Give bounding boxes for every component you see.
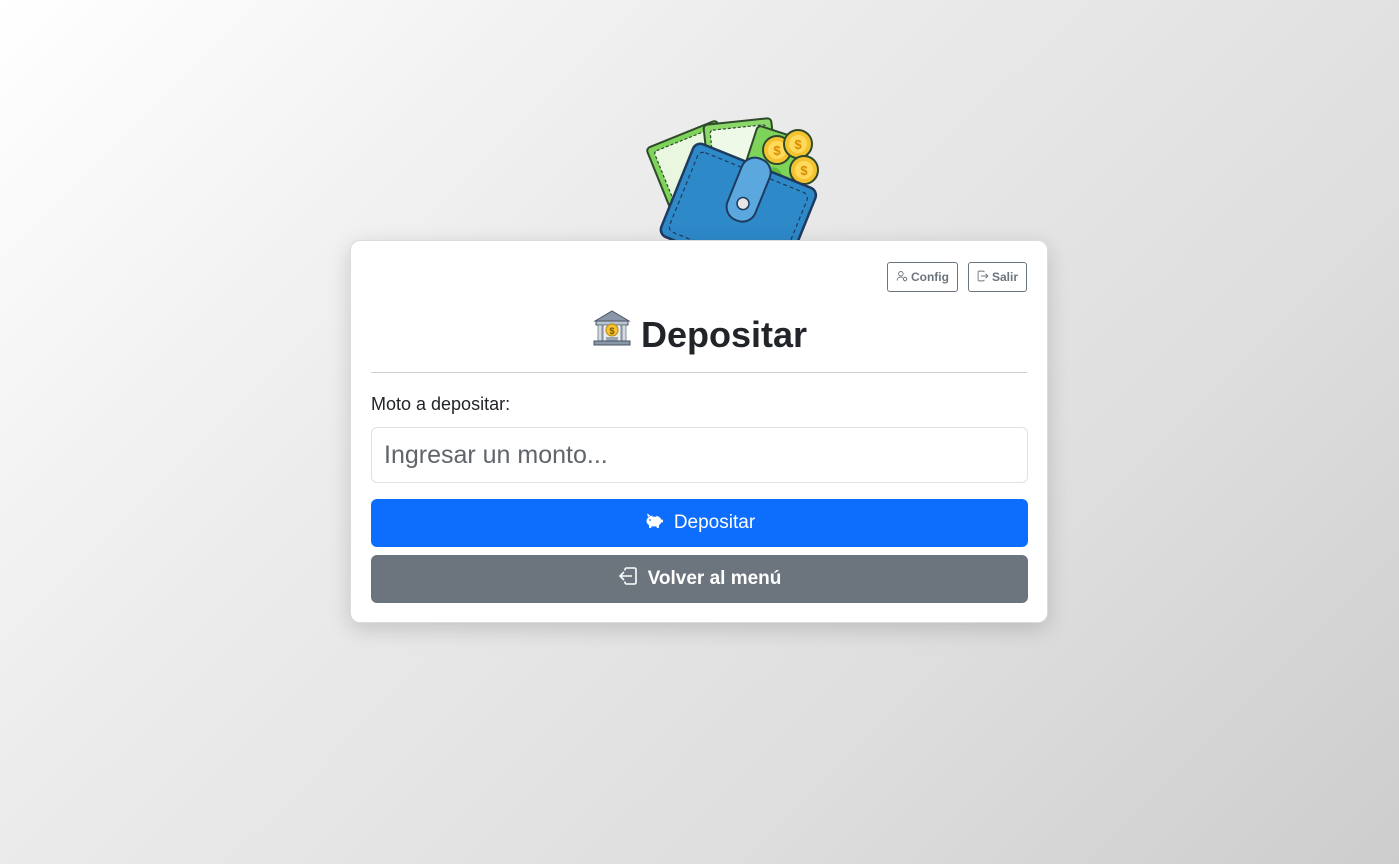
back-to-menu-label: Volver al menú (647, 568, 782, 589)
deposit-button-label: Depositar (673, 512, 756, 533)
svg-text:$: $ (800, 163, 808, 178)
page-title: $ Depositar (351, 307, 1047, 362)
amount-label: Moto a depositar: (371, 394, 511, 414)
config-label: Config (910, 270, 949, 284)
bank-icon: $ (591, 307, 633, 362)
svg-text:$: $ (609, 326, 614, 336)
config-button[interactable]: Config (886, 262, 958, 292)
box-arrow-right-icon (977, 270, 989, 285)
back-to-menu-button[interactable]: Volver al menú (371, 555, 1028, 603)
deposit-card: Config Salir $ Depositar Moto a deposita… (350, 240, 1048, 623)
logout-button[interactable]: Salir (967, 262, 1027, 292)
title-divider (371, 372, 1027, 373)
wallet-money-illustration: $ $ $ (646, 117, 819, 242)
top-actions: Config Salir (886, 262, 1027, 292)
box-arrow-in-left-icon (618, 566, 638, 592)
person-gear-icon (896, 270, 908, 285)
deposit-button[interactable]: Depositar (371, 499, 1028, 547)
logout-label: Salir (991, 270, 1018, 284)
page-title-text: Depositar (640, 313, 808, 355)
svg-text:$: $ (794, 137, 802, 152)
amount-input[interactable] (371, 427, 1028, 483)
svg-text:$: $ (773, 143, 781, 158)
piggy-bank-icon (644, 510, 664, 536)
